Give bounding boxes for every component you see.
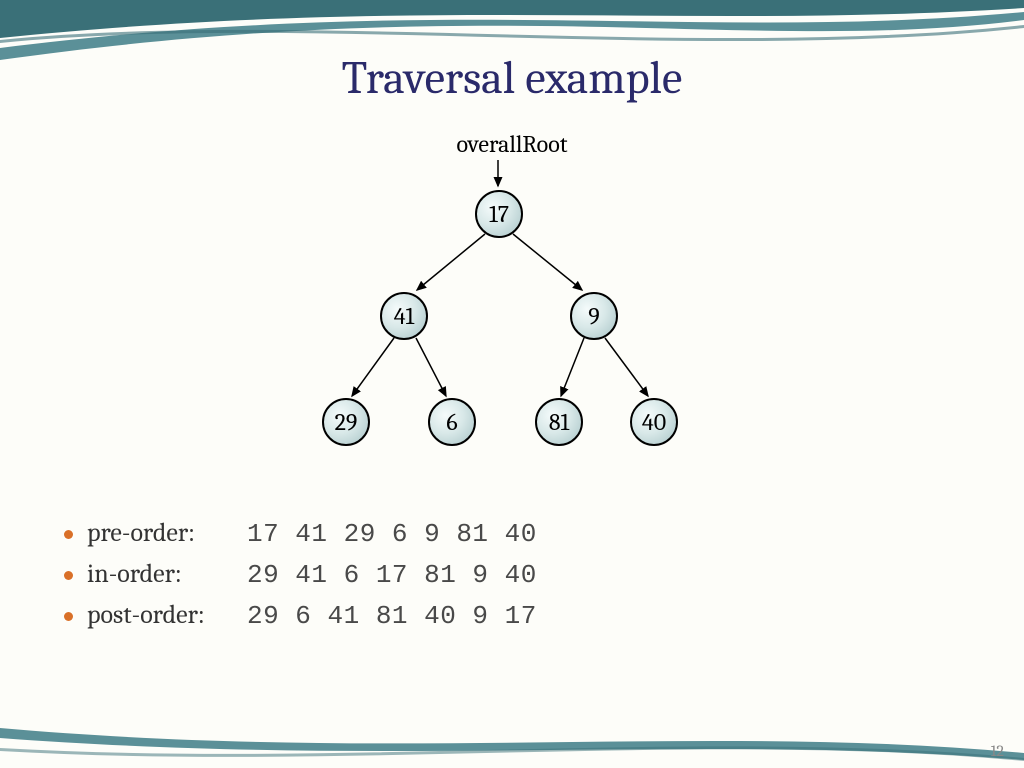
tree-node: 41 [380, 292, 428, 340]
traversal-list: pre-order: 17 41 29 6 9 81 40 in-order: … [64, 518, 537, 641]
list-item: in-order: 29 41 6 17 81 9 40 [64, 559, 537, 590]
wave-bottom-decoration [0, 718, 1024, 768]
binary-tree-diagram: 17 41 9 29 6 81 40 [280, 158, 720, 478]
tree-node: 40 [630, 398, 678, 446]
root-label: overallRoot [0, 130, 1024, 158]
bullet-icon [64, 530, 73, 539]
traversal-sequence: 17 41 29 6 9 81 40 [247, 519, 537, 549]
tree-node-root: 17 [475, 190, 523, 238]
traversal-label: post-order: [87, 600, 247, 630]
traversal-label: pre-order: [87, 518, 247, 548]
bullet-icon [64, 612, 73, 621]
slide-title: Traversal example [0, 52, 1024, 105]
page-number: 12 [991, 742, 1004, 760]
tree-node: 29 [322, 398, 370, 446]
tree-node: 9 [570, 292, 618, 340]
list-item: post-order: 29 6 41 81 40 9 17 [64, 600, 537, 631]
traversal-label: in-order: [87, 559, 247, 589]
tree-node: 81 [535, 398, 583, 446]
list-item: pre-order: 17 41 29 6 9 81 40 [64, 518, 537, 549]
tree-node: 6 [428, 398, 476, 446]
traversal-sequence: 29 41 6 17 81 9 40 [247, 560, 537, 590]
bullet-icon [64, 571, 73, 580]
traversal-sequence: 29 6 41 81 40 9 17 [247, 601, 537, 631]
